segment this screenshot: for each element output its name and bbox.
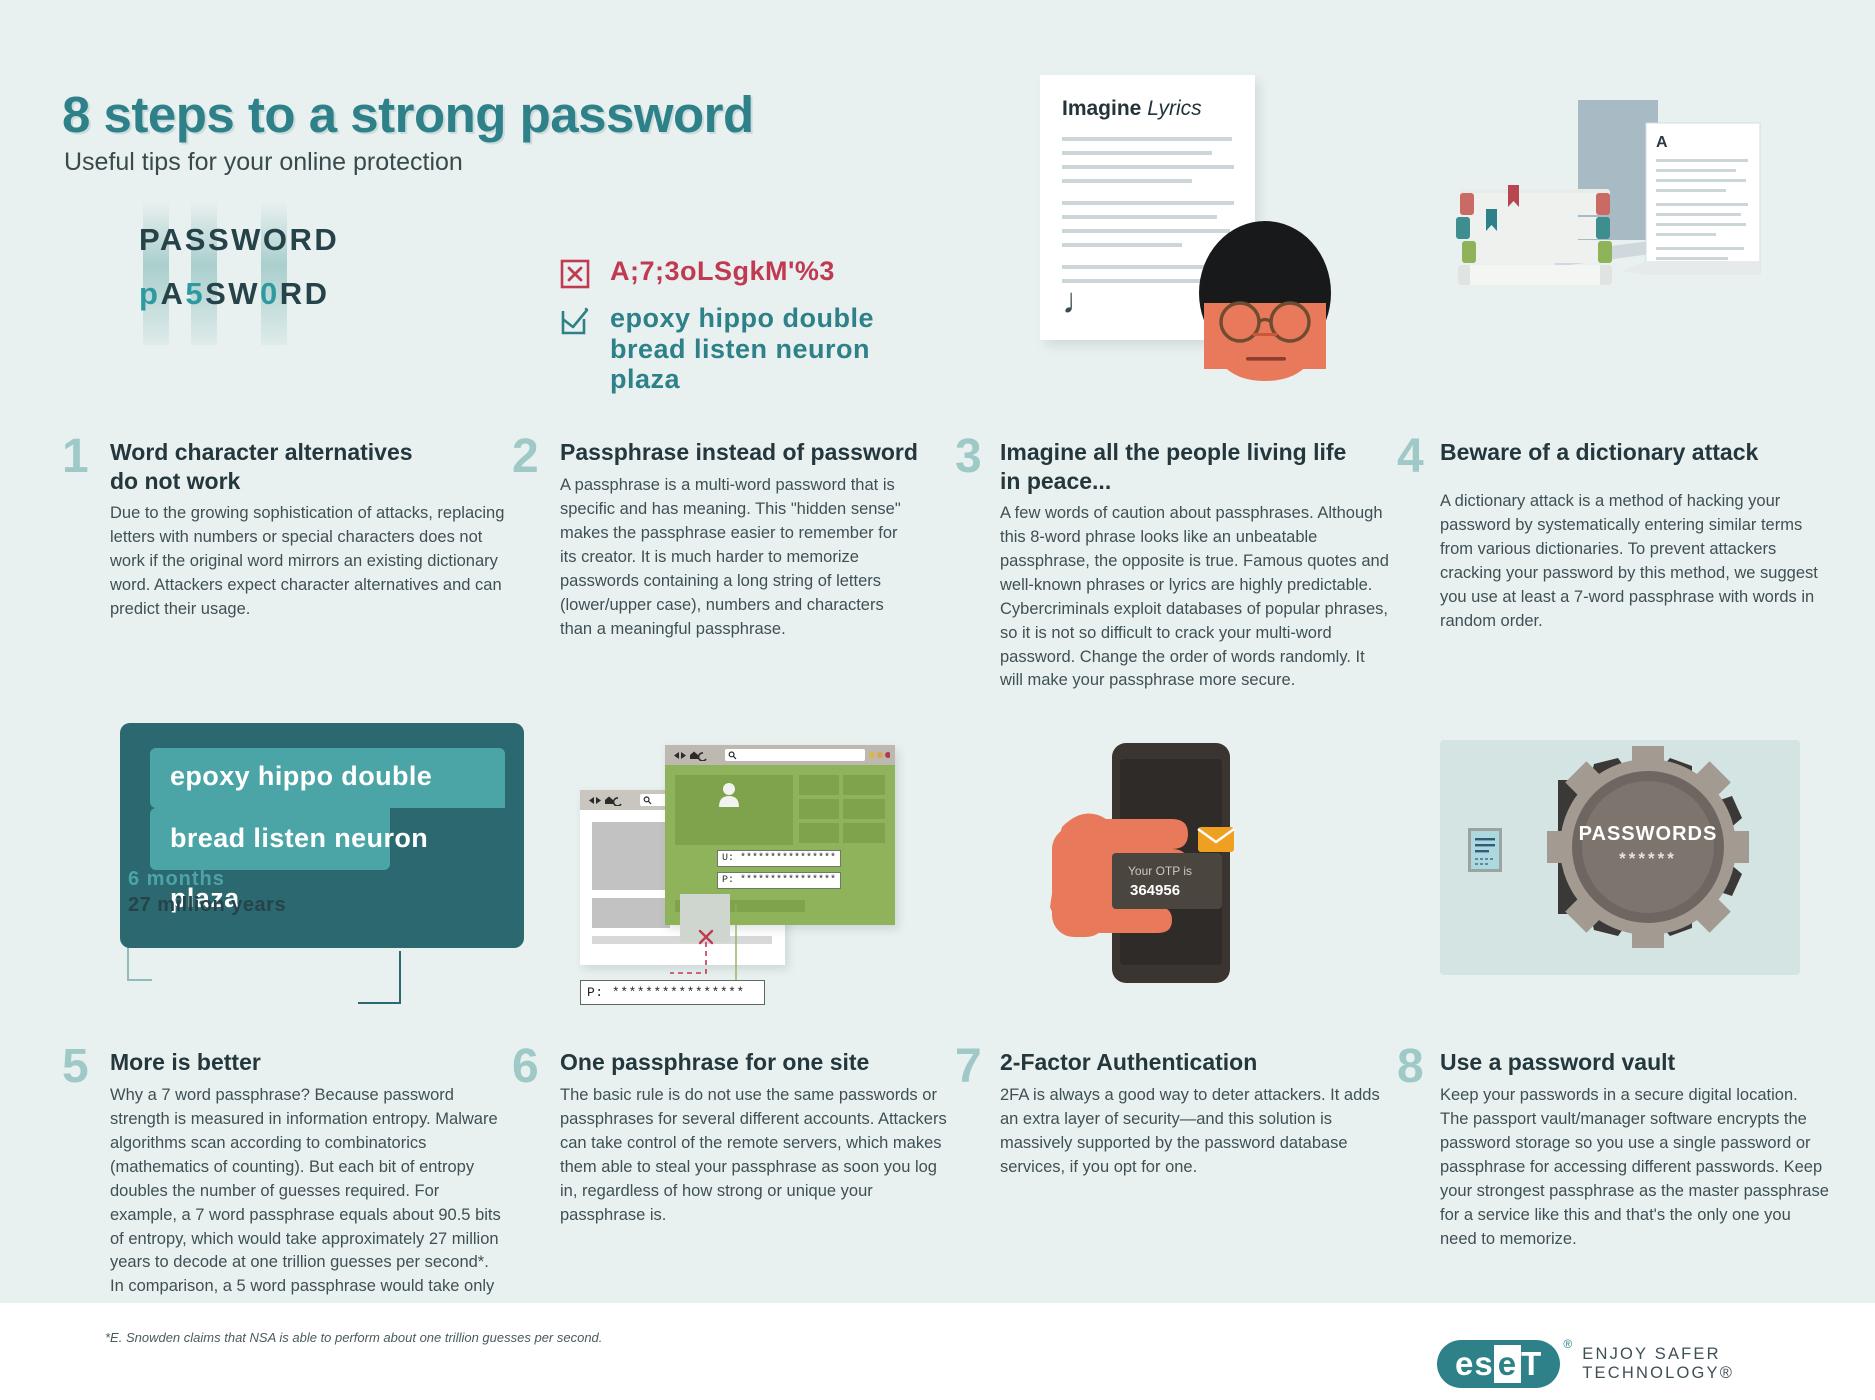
envelope-icon [1197,827,1235,852]
vault-mask-text: ****** [1619,849,1677,868]
otp-code-text: 364956 [1130,882,1180,899]
browser-nav-icons [589,796,622,806]
phone-hand-illustration: Your OTP is 364956 [1050,743,1235,983]
eset-brand-t: T [1521,1345,1543,1382]
step-number: 3 [955,430,982,483]
mouth [1246,357,1286,361]
eset-tagline: ENJOY SAFER TECHNOLOGY® [1582,1345,1735,1382]
step-number: 1 [62,430,89,483]
page-title: 8 steps to a strong password [62,86,754,143]
content-block [592,822,670,890]
password-substituted-text: pA5SW0RD [139,276,330,311]
lyrics-sheet-title: Imagine Lyrics [1062,97,1202,120]
nose [1253,333,1277,336]
passphrase-line-2: bread listen neuron [170,823,429,853]
check-box-icon [561,307,589,335]
footnote: *E. Snowden claims that NSA is able to p… [105,1330,603,1345]
time-label-long: 27 million years [128,894,287,916]
gear-main: PASSWORDS ****** [1547,746,1749,948]
search-icon [728,750,737,759]
search-icon [643,795,652,804]
passphrase-strength-art: epoxy hippo double bread listen neuron p… [100,715,530,1005]
avatar-icon [719,783,739,807]
step-title: One passphrase for one site [560,1049,870,1075]
good-passphrase-row: epoxy hippo double bread listen neuron pla… [560,303,910,395]
time-label-short: 6 months [128,868,225,890]
two-factor-art: Your OTP is 364956 [1050,735,1330,1015]
document-icon [1468,828,1502,872]
eset-brand-es: es [1455,1345,1494,1382]
step-title: Beware of a dictionary attack [1440,439,1759,465]
otp-card [1112,853,1222,909]
password-plain-text: PASSWORD [139,222,340,257]
vault-label-text: PASSWORDS [1579,823,1718,845]
text-line [1062,151,1212,155]
step-body: The basic rule is do not use the same pa… [560,1086,947,1224]
text-line [1062,179,1192,183]
step-number: 2 [512,430,539,483]
book-stack [1456,185,1612,285]
text-line [1062,165,1234,169]
step-title: Passphrase instead of password [560,439,918,465]
step-body: A dictionary attack is a method of hacki… [1440,492,1818,630]
vault-illustration: PASSWORDS ****** [1468,746,1749,948]
registered-mark: ® [1563,1337,1573,1351]
music-note-icon: ♩ [1062,280,1098,321]
password-alternatives-art: PASSWORD pA5SW0RD [135,200,465,345]
step-number: 6 [512,1040,539,1093]
step-body: Due to the growing sophistication of att… [110,504,505,618]
content-block [799,823,839,843]
step-number: 8 [1397,1040,1424,1093]
eset-logo[interactable]: es e T ® ENJOY SAFER TECHNOLOGY® [1437,1337,1875,1388]
stolen-password-field: P: **************** [580,980,765,1005]
window-controls[interactable] [868,751,890,759]
step-body: 2FA is always a good way to deter attack… [1000,1086,1380,1176]
lyrics-person-art: Imagine Lyrics ♩ [1020,75,1380,385]
one-passphrase-art: U: **************** P: **************** … [580,735,920,1015]
passphrase-line-1: epoxy hippo double [170,761,433,791]
good-passphrase-text: epoxy hippo double bread listen neuron pla… [610,303,874,394]
books-laptop-art: A [1450,85,1810,385]
book-letter: A [1656,134,1668,151]
step-number: 4 [1397,430,1424,483]
dictionary-attack-illustration: A [1456,100,1761,285]
content-block [799,799,839,819]
password-vault-art: PASSWORDS ****** [1440,740,1800,975]
step-title: Use a password vault [1440,1049,1676,1075]
content-block [843,799,885,819]
step-number: 5 [62,1040,89,1093]
step-body: Why a 7 word passphrase? Because passwor… [110,1086,501,1319]
step-title: More is better [110,1049,261,1075]
bad-password-text: A;7;3oLSgkM'%3 [610,256,835,286]
step-title: Imagine all the people living life in pe… [1000,439,1347,495]
cross-box-icon [560,259,590,289]
step-title: 2-Factor Authentication [1000,1049,1258,1075]
page-subtitle: Useful tips for your online protection [64,148,463,176]
step-body: A passphrase is a multi-word password th… [560,476,901,638]
text-line [1062,137,1232,141]
person-illustration [1199,221,1331,381]
step-title: Word character alternatives do not work [110,439,413,495]
content-block [799,775,839,795]
passphrase-compare-art: A;7;3oLSgkM'%3 epoxy hippo double bread l… [560,256,910,409]
otp-label-text: Your OTP is [1128,864,1192,878]
browser-toolbar [665,745,895,765]
step-body: A few words of caution about passphrases… [1000,504,1389,690]
bad-password-row: A;7;3oLSgkM'%3 [560,256,910,289]
step-number: 7 [955,1040,982,1093]
browser-url-bar[interactable] [725,749,865,761]
browser-nav-icons [674,751,707,761]
username-field[interactable]: U: **************** [717,850,842,867]
content-block [843,823,885,843]
eset-brand-e: e [1493,1345,1522,1383]
infographic-page: 8 steps to a strong password Useful tips… [0,0,1875,1400]
content-block [843,775,885,795]
eset-brand-pill: es e T ® [1437,1337,1572,1388]
step-body: Keep your passwords in a secure digital … [1440,1086,1829,1248]
